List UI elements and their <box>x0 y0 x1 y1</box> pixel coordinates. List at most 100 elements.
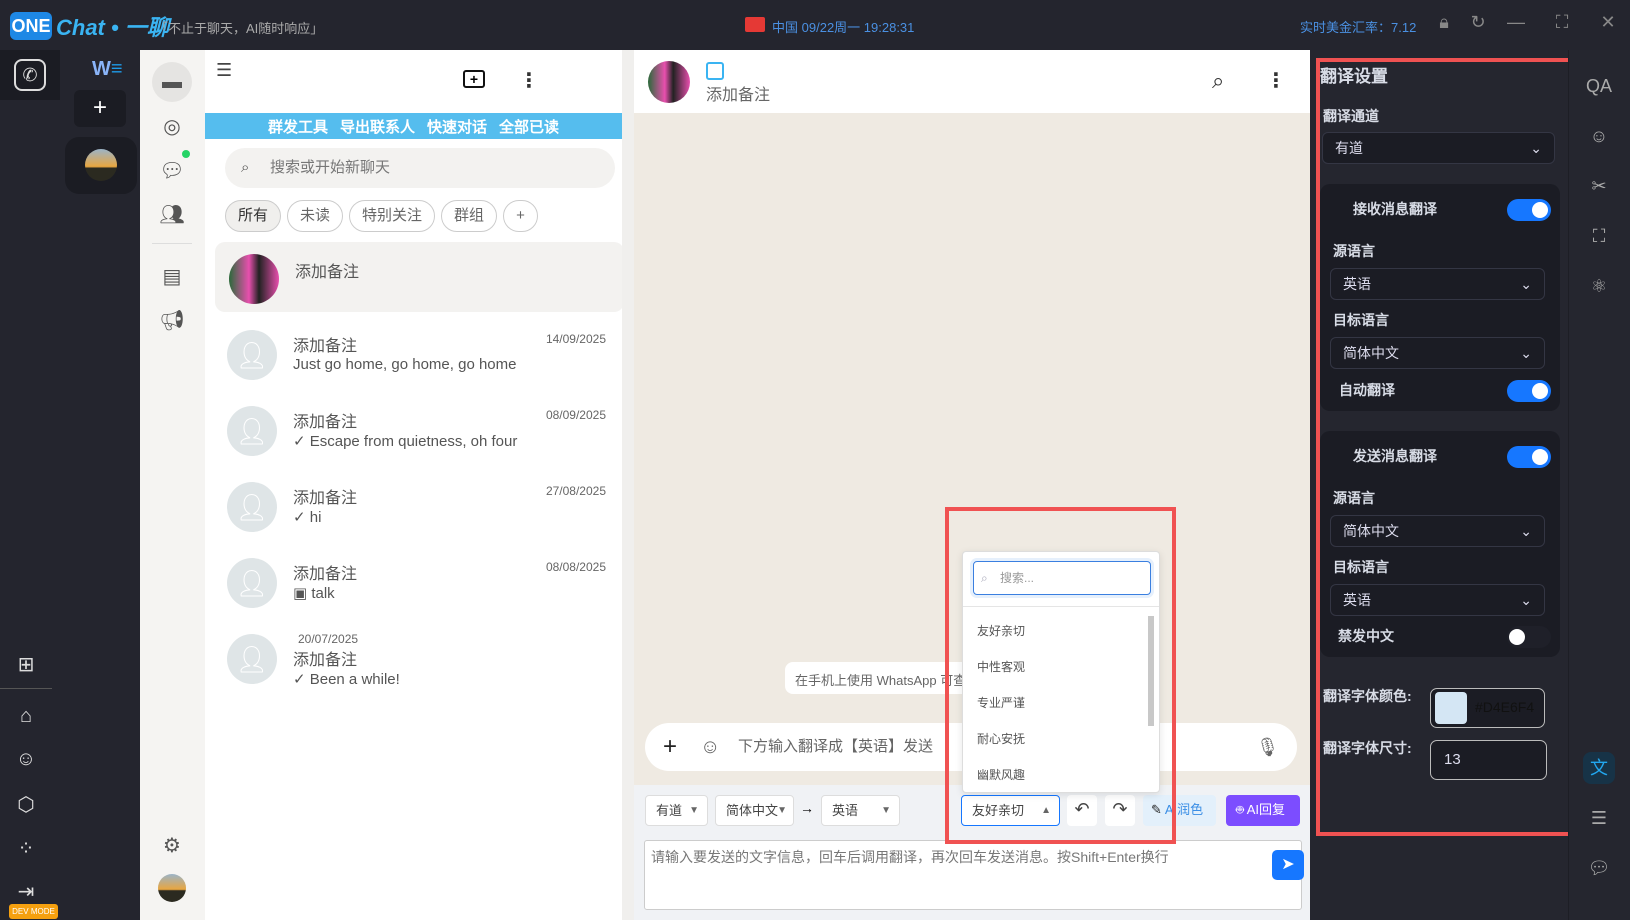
receive-src-label: 源语言 <box>1333 243 1375 259</box>
caret-down-icon: ▼ <box>689 805 699 816</box>
receive-dst-select[interactable]: 简体中文 ⌄ <box>1330 337 1545 369</box>
add-filter-button[interactable]: + <box>503 200 538 232</box>
clock: 09/22周一 19:28:31 <box>801 20 915 35</box>
search-input[interactable]: ⌕ 搜索或开始新聊天 <box>225 148 615 188</box>
chat-row[interactable]: 添加备注 <box>215 242 624 312</box>
filter-groups[interactable]: 群组 <box>441 200 498 232</box>
logout-icon[interactable]: ⇥ <box>12 879 40 907</box>
settings-icon[interactable]: ⚙ <box>152 825 192 865</box>
mass-send-link[interactable]: 群发工具 <box>268 116 328 137</box>
qa-icon[interactable]: QA <box>1583 70 1615 102</box>
server-icon[interactable]: ☰ <box>1583 802 1615 834</box>
source-lang-select[interactable]: 简体中文 ▼ <box>715 795 794 826</box>
w-logo: W≡ <box>92 58 123 80</box>
send-dst-select[interactable]: 英语 ⌄ <box>1330 584 1545 616</box>
w-logo-text: W <box>92 58 111 80</box>
unread-dot <box>182 150 190 158</box>
sticker-icon[interactable]: ☺ <box>700 723 720 771</box>
apps-icon[interactable]: ⁘ <box>12 836 40 864</box>
chat-more-icon[interactable]: ⋮ <box>1266 68 1286 93</box>
chat-row[interactable]: 👤︎ 添加备注 ✓ hi 27/08/2025 <box>213 470 622 542</box>
receive-translate-label: 接收消息翻译 <box>1353 201 1437 217</box>
home-icon[interactable]: ⌂ <box>12 705 40 733</box>
status-icon[interactable]: ◎ <box>152 106 192 146</box>
note-icon[interactable] <box>706 62 724 80</box>
receive-dst-value: 简体中文 <box>1343 345 1399 361</box>
dropdown-scrollbar[interactable] <box>1148 616 1154 726</box>
chat-name: 添加备注 <box>293 566 358 583</box>
chat-row[interactable]: 👤︎ 添加备注 ✓ Escape from quietness, oh four 08… <box>213 394 622 466</box>
slogan: 「不止于聊天，AI随时响应」 <box>155 21 324 36</box>
minimize-button[interactable]: — <box>1502 12 1530 33</box>
chat-row[interactable]: 👤︎ 20/07/2025 添加备注 ✓ Been a while! <box>213 622 622 694</box>
tone-option[interactable]: 专业严谨 <box>977 694 1025 711</box>
communities-icon[interactable]: 👥︎ <box>152 194 192 234</box>
new-chat-icon[interactable]: + <box>463 70 485 88</box>
chat-row[interactable]: 👤︎ 添加备注 ▣ talk 08/08/2025 <box>213 546 622 618</box>
chat-name: 添加备注 <box>293 338 358 355</box>
more-icon[interactable]: ⋮ <box>519 68 539 93</box>
block-chinese-toggle[interactable] <box>1507 626 1551 648</box>
textarea-placeholder: 请输入要发送的文字信息，回车后调用翻译，再次回车发送消息。按Shift+Ente… <box>651 849 1169 865</box>
target-lang-select[interactable]: 英语 ▼ <box>821 795 900 826</box>
export-contacts-link[interactable]: 导出联系人 <box>340 116 415 137</box>
tone-option[interactable]: 耐心安抚 <box>977 730 1025 747</box>
chats-icon[interactable]: ▬ <box>152 62 192 102</box>
tone-option[interactable]: 幽默风趣 <box>977 766 1025 783</box>
contacts-icon[interactable]: ☺ <box>12 748 40 776</box>
account-item[interactable] <box>65 137 137 194</box>
attach-icon[interactable]: + <box>663 723 677 771</box>
divider <box>0 688 52 689</box>
tone-search-input[interactable]: ⌕ 搜索... <box>973 561 1151 595</box>
chat-header-name: 添加备注 <box>706 87 771 104</box>
default-avatar-icon: 👤︎ <box>227 558 277 608</box>
search-chat-icon[interactable]: ⌕ <box>1212 68 1224 94</box>
megaphone-icon[interactable]: 📢︎ <box>152 300 192 340</box>
receive-translate-toggle[interactable] <box>1507 199 1551 221</box>
panel-resizer[interactable] <box>622 50 634 920</box>
close-button[interactable]: ✕ <box>1594 12 1622 33</box>
filter-favorites[interactable]: 特别关注 <box>349 200 436 232</box>
tone-option[interactable]: 中性客观 <box>977 658 1025 675</box>
user-heart-icon[interactable]: ☺ <box>1583 120 1615 152</box>
ai-reply-button[interactable]: 🤖︎ AI回复 <box>1226 795 1300 826</box>
menu-icon[interactable]: ☰ <box>216 60 232 81</box>
receive-src-select[interactable]: 英语 ⌄ <box>1330 268 1545 300</box>
atom-icon[interactable]: ⚛ <box>1583 270 1615 302</box>
filter-unread[interactable]: 未读 <box>287 200 344 232</box>
chat-bubbles-icon[interactable]: 💬︎ <box>1583 852 1615 884</box>
add-account-button[interactable]: + <box>74 90 126 127</box>
send-src-select[interactable]: 简体中文 ⌄ <box>1330 515 1545 547</box>
chat-header-avatar[interactable] <box>648 61 690 103</box>
font-color-picker[interactable]: #D4E6F4 <box>1430 688 1545 728</box>
message-textarea[interactable]: 请输入要发送的文字信息，回车后调用翻译，再次回车发送消息。按Shift+Ente… <box>644 840 1302 910</box>
tone-option[interactable]: 友好亲切 <box>977 622 1025 639</box>
refresh-icon[interactable]: ↻ <box>1464 12 1492 33</box>
chat-row[interactable]: 👤︎ 添加备注 Just go home, go home, go home 14/0… <box>213 318 622 390</box>
whatsapp-tab[interactable]: ✆ <box>0 50 60 100</box>
tone-search-placeholder: 搜索... <box>1000 571 1035 585</box>
translate-channel-select[interactable]: 有道 ⌄ <box>1322 132 1555 164</box>
chat-last-message: Just go home, go home, go home <box>293 356 517 373</box>
profile-avatar[interactable] <box>158 874 186 902</box>
face-scan-icon[interactable]: ⛶ <box>1583 220 1615 252</box>
channel-select[interactable]: 有道 ▼ <box>645 795 708 826</box>
app-logo: ONE <box>10 12 52 40</box>
maximize-button[interactable]: ⛶ <box>1548 12 1576 33</box>
store-icon[interactable]: ▤ <box>152 256 192 296</box>
add-square-icon[interactable]: ⊞ <box>12 652 40 680</box>
scissors-icon[interactable]: ✂ <box>1583 170 1615 202</box>
settings-hex-icon[interactable]: ⬡ <box>12 792 40 820</box>
ai-reply-label: AI回复 <box>1246 802 1286 817</box>
auto-translate-toggle[interactable] <box>1507 380 1551 402</box>
send-button[interactable]: ➤ <box>1272 850 1304 880</box>
mic-icon[interactable]: 🎙︎ <box>1256 723 1279 771</box>
font-size-input[interactable]: 13 <box>1430 740 1547 780</box>
send-translate-toggle[interactable] <box>1507 446 1551 468</box>
lock-icon[interactable]: 🔒︎ <box>1430 12 1458 33</box>
divider <box>963 606 1159 607</box>
mark-all-read-link[interactable]: 全部已读 <box>499 116 559 137</box>
quick-chat-link[interactable]: 快速对话 <box>427 116 487 137</box>
translate-icon[interactable]: 文 <box>1583 752 1615 784</box>
filter-all[interactable]: 所有 <box>225 200 282 232</box>
